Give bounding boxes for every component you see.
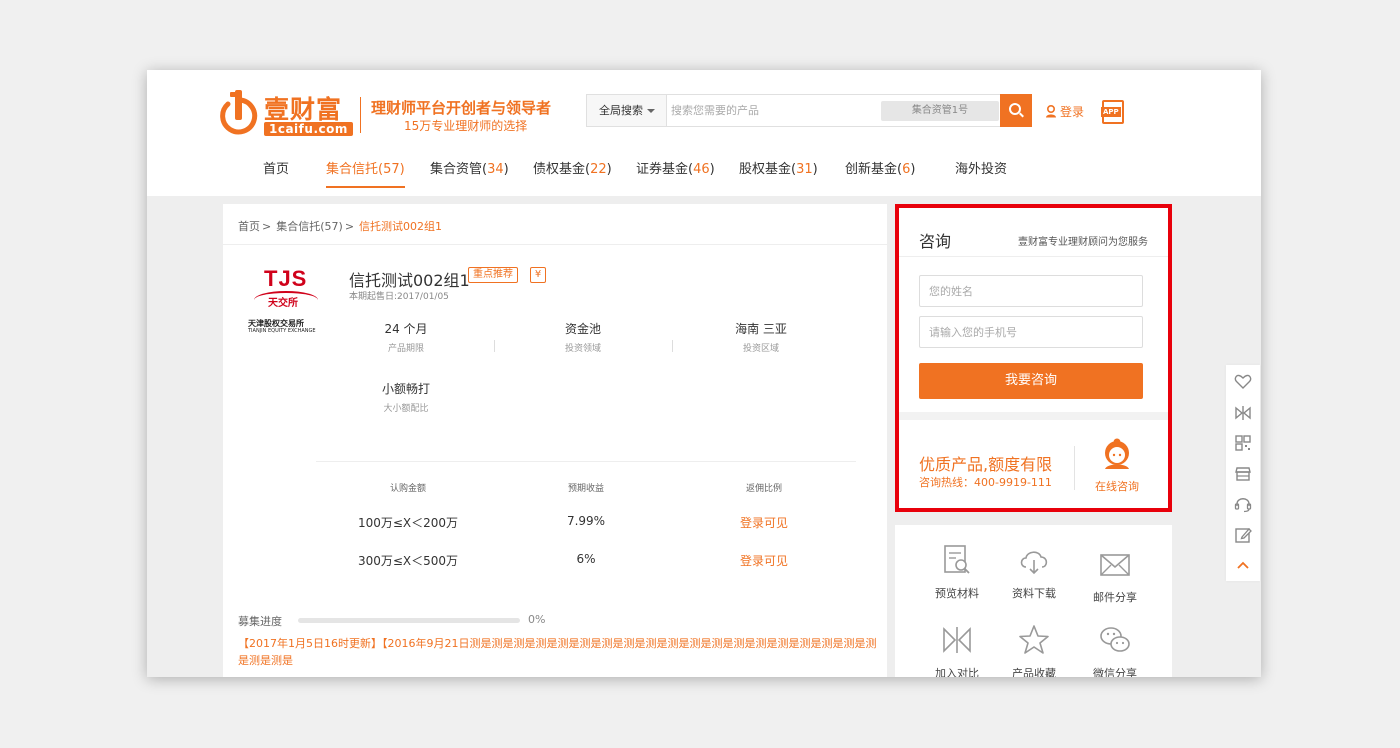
star-icon	[1019, 625, 1049, 654]
brand-sub-slogan: 15万专业理财师的选择	[404, 119, 528, 133]
site-header: 壹财富 1caifu.com 理财师平台开创者与领导者 15万专业理财师的选择 …	[147, 70, 1261, 196]
edit-icon[interactable]	[1234, 526, 1252, 544]
consult-slogan: 优质产品,额度有限	[919, 455, 1053, 474]
headset-icon[interactable]	[1234, 495, 1252, 513]
table-header-amount: 认购金额	[389, 484, 426, 494]
product-title: 信托测试002组1	[349, 271, 470, 290]
table-cell-amount: 100万≤X＜200万	[357, 516, 459, 530]
search-input[interactable]	[671, 95, 871, 126]
table-header-commission: 返佣比例	[745, 484, 782, 494]
nav-item-overseas[interactable]: 海外投资	[955, 162, 1007, 196]
recommend-badge: 重点推荐	[468, 267, 518, 283]
consult-subtitle: 壹财富专业理财顾问为您服务	[1018, 237, 1148, 248]
chevron-down-icon	[647, 109, 655, 113]
issuer-logo: TJS 天交所 天津股权交易所 TIANJIN EQUITY EXCHANGE	[248, 266, 324, 336]
product-sale-date: 本期起售日:2017/01/05	[349, 292, 449, 302]
breadcrumb-category[interactable]: 集合信托(57)	[276, 220, 343, 233]
tool-label: 资料下载	[1012, 587, 1056, 600]
tool-label: 微信分享	[1093, 667, 1137, 677]
download-material-button[interactable]: 资料下载	[994, 543, 1074, 601]
table-header-yield: 预期收益	[567, 484, 604, 494]
attr-ratio: 小额畅打 大小额配比	[381, 382, 430, 414]
phone-field[interactable]	[919, 316, 1143, 348]
cloud-download-icon	[1020, 551, 1048, 575]
search-button[interactable]	[1000, 94, 1032, 127]
compare-icon	[943, 627, 971, 653]
nav-item-securities-fund[interactable]: 证券基金(46)	[636, 162, 715, 196]
tool-label: 预览材料	[935, 587, 979, 600]
logo-divider	[360, 97, 361, 133]
login-label: 登录	[1060, 105, 1085, 119]
breadcrumb-current: 信托测试002组1	[359, 220, 443, 233]
tool-label: 加入对比	[935, 667, 979, 677]
issuer-english-name: TIANJIN EQUITY EXCHANGE	[248, 328, 316, 334]
compare-icon[interactable]	[1234, 404, 1252, 422]
user-icon	[1046, 105, 1056, 118]
wechat-share-button[interactable]: 微信分享	[1075, 623, 1155, 677]
consult-title: 咨询	[919, 232, 952, 251]
consult-box: 咨询 壹财富专业理财顾问为您服务 我要咨询 优质产品,额度有限 咨询热线：400…	[895, 204, 1172, 512]
mail-icon	[1100, 554, 1130, 576]
divider	[223, 244, 887, 245]
progress-value: 0%	[528, 613, 546, 626]
store-icon[interactable]	[1234, 465, 1252, 483]
divider	[316, 461, 856, 462]
table-cell-yield: 7.99%	[566, 514, 606, 528]
brand-domain[interactable]: 1caifu.com	[264, 122, 353, 136]
search-hot-keyword[interactable]: 集合资管1号	[881, 101, 999, 121]
breadcrumb: 首页 > 集合信托(57) > 信托测试002组1	[238, 220, 443, 233]
customer-service-icon[interactable]	[1101, 438, 1133, 472]
side-float-bar	[1226, 365, 1260, 581]
brand-name[interactable]: 壹财富	[264, 90, 342, 126]
issuer-abbr: TJS	[264, 266, 308, 291]
nav-item-innovation-fund[interactable]: 创新基金(6)	[845, 162, 915, 196]
nav-item-asset-mgmt[interactable]: 集合资管(34)	[430, 162, 509, 196]
yen-icon: ¥	[530, 267, 546, 283]
online-consult-link[interactable]: 在线咨询	[1095, 478, 1139, 494]
breadcrumb-home[interactable]: 首页	[238, 220, 260, 233]
search-scope-select[interactable]: 全局搜索	[587, 95, 667, 126]
favorite-button[interactable]: 产品收藏	[994, 623, 1074, 677]
attr-region: 海南 三亚 投资区域	[735, 322, 787, 354]
wechat-icon	[1100, 627, 1130, 652]
nav-item-debt-fund[interactable]: 债权基金(22)	[533, 162, 612, 196]
login-link[interactable]: 登录	[1045, 103, 1084, 120]
logo-icon[interactable]	[220, 90, 260, 138]
add-compare-button[interactable]: 加入对比	[917, 623, 997, 677]
page-frame: 壹财富 1caifu.com 理财师平台开创者与领导者 15万专业理财师的选择 …	[147, 70, 1261, 677]
attr-field: 资金池 投资领域	[564, 322, 601, 354]
nav-item-home[interactable]: 首页	[263, 162, 289, 196]
heart-icon[interactable]	[1234, 373, 1252, 391]
tool-label: 产品收藏	[1012, 667, 1056, 677]
progress-panel: 募集进度 0% 【2017年1月5日16时更新】【2016年9月21日测是测是测…	[223, 595, 887, 677]
app-download-icon[interactable]: APP	[1101, 100, 1124, 124]
search-scope-label: 全局搜索	[599, 104, 643, 117]
issuer-short-name: 天交所	[268, 298, 298, 309]
progress-label: 募集进度	[238, 615, 282, 628]
back-to-top-icon[interactable]	[1234, 557, 1252, 575]
app-label: APP	[1101, 107, 1121, 117]
login-to-view-link[interactable]: 登录可见	[694, 552, 834, 569]
search-bar: 全局搜索 集合资管1号	[586, 94, 1032, 127]
progress-bar	[298, 618, 520, 623]
nav-item-trust[interactable]: 集合信托(57)	[326, 162, 405, 196]
hotline: 咨询热线：400-9919-111	[919, 476, 1052, 489]
attr-term: 24 个月 产品期限	[384, 322, 428, 354]
name-field[interactable]	[919, 275, 1143, 307]
login-to-view-link[interactable]: 登录可见	[694, 514, 834, 531]
mail-share-button[interactable]: 邮件分享	[1075, 547, 1155, 605]
divider	[899, 256, 1168, 257]
table-cell-yield: 6%	[576, 552, 596, 566]
brand-slogan: 理财师平台开创者与领导者	[371, 99, 552, 117]
main-nav: 首页 集合信托(57) 集合资管(34) 债权基金(22) 证券基金(46) 股…	[147, 162, 1261, 196]
qrcode-icon[interactable]	[1234, 434, 1252, 452]
update-notice: 【2017年1月5日16时更新】【2016年9月21日测是测是测是测是测是测是测…	[238, 637, 877, 667]
preview-material-button[interactable]: 预览材料	[917, 543, 997, 601]
tool-label: 邮件分享	[1093, 591, 1137, 604]
table-cell-amount: 300万≤X＜500万	[357, 554, 459, 568]
nav-item-equity-fund[interactable]: 股权基金(31)	[739, 162, 818, 196]
consult-button[interactable]: 我要咨询	[919, 363, 1143, 399]
tools-box: 预览材料 资料下载 邮件分享 加入对比 产品收藏 微信分享	[895, 525, 1172, 677]
document-search-icon	[944, 545, 970, 574]
